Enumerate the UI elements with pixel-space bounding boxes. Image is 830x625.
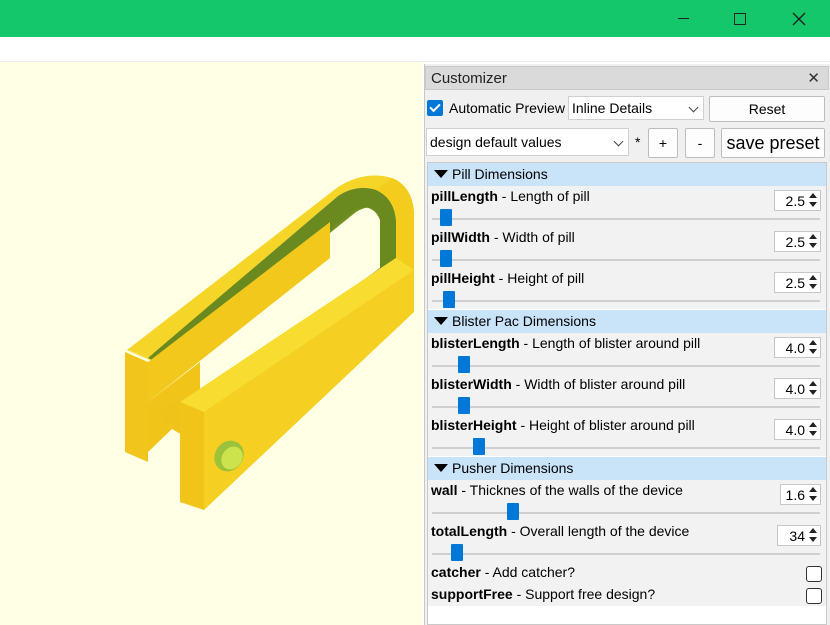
slider-track[interactable]: [432, 365, 820, 367]
window-titlebar: [0, 0, 830, 37]
param-row-blisterWidth: blisterWidth - Width of blister around p…: [428, 374, 826, 415]
minimize-icon: [677, 18, 689, 19]
close-window-button[interactable]: [770, 0, 828, 37]
param-label: blisterHeight - Height of blister around…: [431, 417, 695, 433]
param-label: blisterWidth - Width of blister around p…: [431, 376, 686, 392]
close-icon: [792, 12, 806, 25]
customizer-close-icon[interactable]: ✕: [807, 69, 820, 87]
model-render: [125, 175, 414, 510]
customizer-header: Customizer ✕: [425, 66, 829, 90]
blisterWidth-slider-thumb[interactable]: [458, 397, 471, 414]
spin-arrows-icon[interactable]: [807, 421, 819, 438]
minimize-button[interactable]: [654, 0, 712, 37]
slider-track[interactable]: [432, 553, 820, 555]
slider-track[interactable]: [432, 447, 820, 449]
slider-track[interactable]: [432, 259, 820, 261]
remove-preset-button[interactable]: -: [685, 128, 715, 158]
blisterLength-slider-thumb[interactable]: [458, 356, 471, 373]
param-label: catcher - Add catcher?: [431, 564, 575, 580]
customizer-panel: Customizer ✕ Automatic Preview Inline De…: [424, 64, 830, 625]
chevron-down-icon: [688, 102, 699, 113]
spin-arrows-icon[interactable]: [807, 380, 819, 397]
group-pill-dimensions[interactable]: Pill Dimensions: [428, 163, 826, 186]
modified-marker: *: [635, 134, 641, 150]
collapse-triangle-icon: [434, 317, 448, 325]
wall-spinbox[interactable]: 1.6: [780, 484, 821, 505]
group-blister-pac-dimensions[interactable]: Blister Pac Dimensions: [428, 310, 826, 333]
customizer-title: Customizer: [431, 70, 507, 87]
pillWidth-slider-thumb[interactable]: [439, 250, 452, 267]
param-row-wall: wall - Thicknes of the walls of the devi…: [428, 480, 826, 521]
param-row-pillLength: pillLength - Length of pill 2.5: [428, 186, 826, 227]
param-row-catcher: catcher - Add catcher?: [428, 562, 826, 584]
reset-button-label: Reset: [748, 101, 786, 117]
slider-track[interactable]: [432, 512, 820, 514]
group-title: Blister Pac Dimensions: [452, 313, 596, 329]
blisterHeight-spinbox[interactable]: 4.0: [774, 419, 821, 440]
save-preset-label: save preset: [726, 132, 820, 153]
param-row-pillHeight: pillHeight - Height of pill 2.5: [428, 268, 826, 309]
spin-arrows-icon[interactable]: [807, 192, 819, 209]
pillLength-spinbox[interactable]: 2.5: [774, 190, 821, 211]
pillLength-slider-thumb[interactable]: [439, 209, 452, 226]
spin-arrows-icon[interactable]: [807, 339, 819, 356]
blisterHeight-slider-thumb[interactable]: [473, 438, 486, 455]
spin-arrows-icon[interactable]: [807, 274, 819, 291]
pillHeight-slider-thumb[interactable]: [443, 291, 456, 308]
pillWidth-spinbox[interactable]: 2.5: [774, 231, 821, 252]
preset-value: design default values: [430, 134, 562, 150]
reset-button[interactable]: Reset: [709, 96, 825, 122]
param-row-blisterLength: blisterLength - Length of blister around…: [428, 333, 826, 374]
automatic-preview-checkbox[interactable]: [427, 100, 443, 116]
slider-track[interactable]: [432, 406, 820, 408]
param-row-supportFree: supportFree - Support free design?: [428, 584, 826, 606]
param-row-blisterHeight: blisterHeight - Height of blister around…: [428, 415, 826, 456]
spin-arrows-icon[interactable]: [807, 486, 819, 503]
supportFree-checkbox[interactable]: [806, 588, 822, 604]
param-label: totalLength - Overall length of the devi…: [431, 523, 690, 539]
totalLength-slider-thumb[interactable]: [450, 544, 463, 561]
details-mode-value: Inline Details: [572, 100, 653, 116]
spin-arrows-icon[interactable]: [807, 527, 819, 544]
blisterLength-spinbox[interactable]: 4.0: [774, 337, 821, 358]
collapse-triangle-icon: [434, 464, 448, 472]
param-row-pillWidth: pillWidth - Width of pill 2.5: [428, 227, 826, 268]
param-label: pillLength - Length of pill: [431, 188, 590, 204]
param-label: blisterLength - Length of blister around…: [431, 335, 701, 351]
parameter-list: Pill Dimensions pillLength - Length of p…: [427, 162, 827, 625]
automatic-preview-label: Automatic Preview: [449, 100, 565, 116]
details-mode-select[interactable]: Inline Details: [568, 96, 704, 120]
group-pusher-dimensions[interactable]: Pusher Dimensions: [428, 457, 826, 480]
add-preset-button[interactable]: +: [648, 128, 678, 158]
save-preset-button[interactable]: save preset: [721, 128, 825, 158]
menubar: [0, 37, 830, 62]
remove-preset-label: -: [697, 135, 703, 151]
maximize-icon: [734, 12, 746, 25]
param-label: wall - Thicknes of the walls of the devi…: [431, 482, 683, 498]
chevron-down-icon: [613, 136, 624, 147]
totalLength-spinbox[interactable]: 34: [777, 525, 821, 546]
collapse-triangle-icon: [434, 170, 448, 178]
preset-select[interactable]: design default values: [426, 128, 629, 156]
catcher-checkbox[interactable]: [806, 566, 822, 582]
maximize-button[interactable]: [711, 0, 769, 37]
add-preset-label: +: [658, 135, 668, 151]
group-title: Pill Dimensions: [452, 166, 548, 182]
3d-viewport[interactable]: [0, 62, 423, 625]
wall-slider-thumb[interactable]: [507, 503, 520, 520]
spin-arrows-icon[interactable]: [807, 233, 819, 250]
param-label: pillWidth - Width of pill: [431, 229, 575, 245]
group-title: Pusher Dimensions: [452, 460, 574, 476]
slider-track[interactable]: [432, 218, 820, 220]
param-row-totalLength: totalLength - Overall length of the devi…: [428, 521, 826, 562]
pillHeight-spinbox[interactable]: 2.5: [774, 272, 821, 293]
param-label: pillHeight - Height of pill: [431, 270, 585, 286]
blisterWidth-spinbox[interactable]: 4.0: [774, 378, 821, 399]
param-label: supportFree - Support free design?: [431, 586, 656, 602]
slider-track[interactable]: [432, 300, 820, 302]
